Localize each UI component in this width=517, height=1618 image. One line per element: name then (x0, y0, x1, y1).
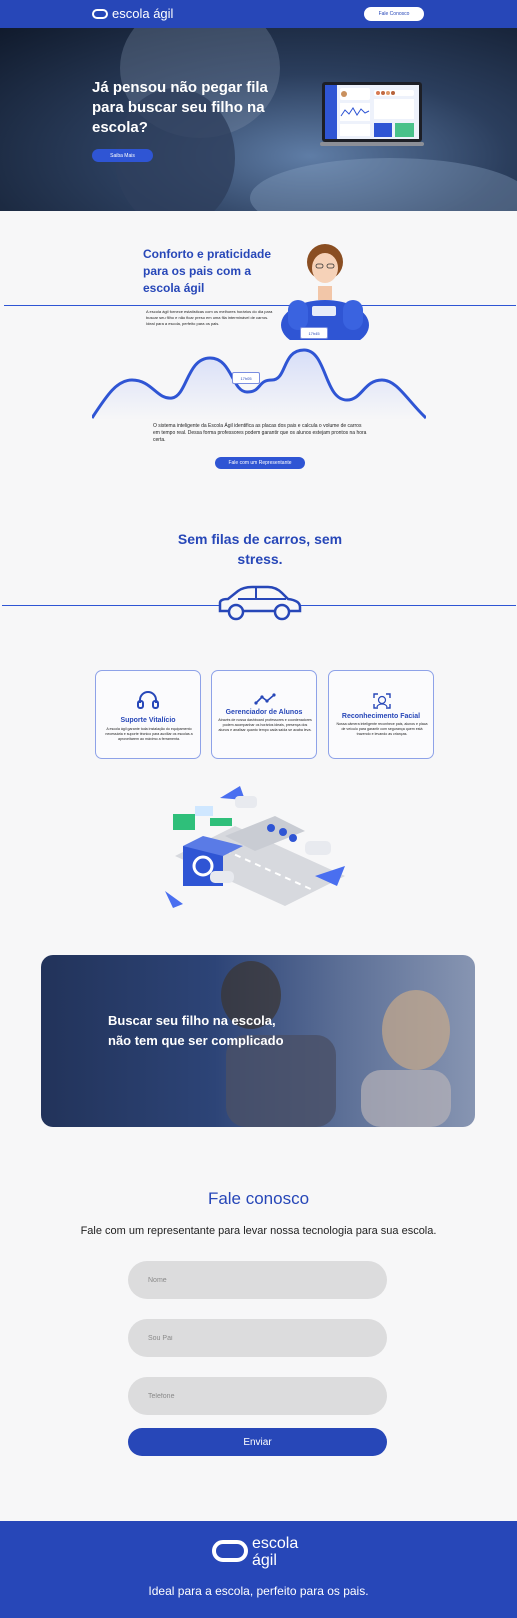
system-description: O sistema inteligente da Escola Ágil ide… (153, 423, 367, 443)
footer-tagline: Ideal para a escola, perfeito para os pa… (148, 1584, 369, 1598)
no-queues-title: Sem filas de carros, sem stress. (177, 531, 343, 567)
section-divider-line (4, 305, 516, 306)
talk-to-representative-button[interactable]: Fale com um Representante (215, 457, 305, 469)
car-icon (218, 585, 302, 621)
headset-icon (137, 691, 159, 709)
name-input[interactable] (128, 1261, 387, 1299)
learn-more-button[interactable]: Saiba Mais (92, 149, 153, 162)
footer-logo-text[interactable]: escola ágil (252, 1535, 298, 1569)
feature-card-students: Gerenciador de Alunos Através de nossa d… (211, 670, 317, 759)
laptop-dashboard-illustration (320, 82, 424, 146)
comfort-description: A escola ágil fornece estatísticas com o… (146, 309, 273, 326)
feature-text: A escola ágil garante toda instalação do… (105, 727, 193, 741)
feature-title: Reconhecimento Facial (341, 713, 421, 720)
face-scan-icon (373, 693, 391, 709)
logo-text: escola ágil (112, 6, 174, 21)
school-pickup-isometric-illustration (165, 786, 345, 908)
contact-title: Fale conosco (207, 1189, 310, 1208)
feature-title: Suporte Vitalício (120, 717, 176, 724)
role-input[interactable] (128, 1319, 387, 1357)
logo-mark-icon (92, 8, 108, 19)
logo[interactable]: escola ágil (92, 6, 173, 21)
time-tag: 17h45 (300, 327, 328, 339)
footer-logo-line-1: escola (252, 1535, 299, 1552)
time-tag: 17h05 (232, 372, 260, 384)
hero-title: Já pensou não pegar fila para buscar seu… (92, 79, 268, 136)
woman-with-phone-illustration (281, 244, 369, 340)
banner-title: Buscar seu filho na escola, não tem que … (108, 1013, 284, 1048)
footer-logo-mark-icon (212, 1540, 248, 1562)
submit-button[interactable]: Enviar (128, 1428, 387, 1456)
chart-line-icon (254, 693, 276, 705)
top-navbar (0, 0, 517, 28)
feature-title: Gerenciador de Alunos (225, 709, 303, 716)
comfort-title: Conforto e praticidade para os pais com … (143, 247, 272, 295)
footer-logo-line-2: ágil (252, 1552, 277, 1569)
contact-subtitle: Fale com um representante para levar nos… (80, 1225, 437, 1237)
contact-nav-button[interactable]: Fale Conosco (364, 7, 424, 21)
phone-input[interactable] (128, 1377, 387, 1415)
feature-card-support: Suporte Vitalício A escola ágil garante … (95, 670, 201, 759)
feature-text: Nossa câmera inteligente reconhece pais,… (336, 722, 428, 736)
feature-text: Através de nossa dashboard professores e… (218, 718, 312, 732)
feature-card-face: Reconhecimento Facial Nossa câmera intel… (328, 670, 434, 759)
